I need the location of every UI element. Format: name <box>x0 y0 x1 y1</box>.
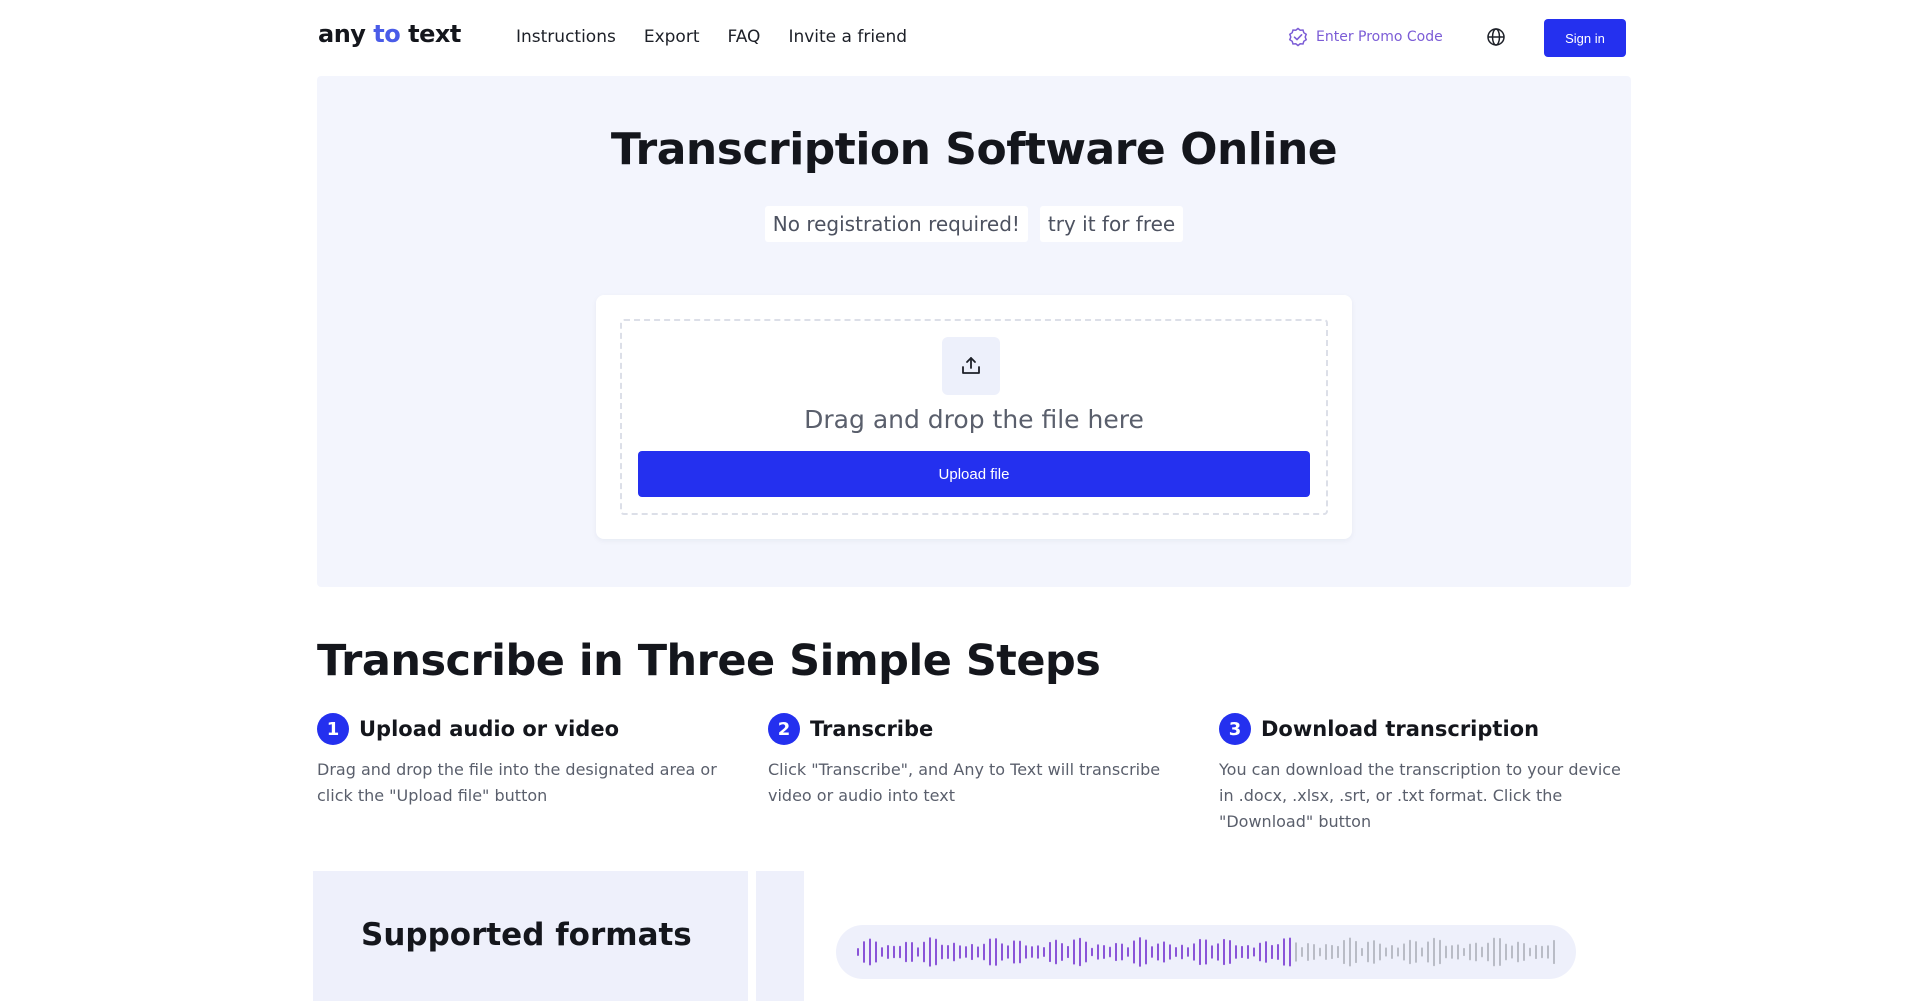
audio-waveform <box>836 925 1576 979</box>
upload-icon[interactable] <box>942 337 1000 395</box>
chip-free: try it for free <box>1039 206 1184 242</box>
step-download: 3 Download transcription You can downloa… <box>1219 713 1639 835</box>
promo-code-label: Enter Promo Code <box>1316 29 1443 45</box>
upload-card: Drag and drop the file here Upload file <box>596 295 1352 539</box>
step-number: 3 <box>1219 713 1251 745</box>
step-description: You can download the transcription to yo… <box>1219 760 1621 831</box>
step-number: 2 <box>768 713 800 745</box>
main-nav: Instructions Export FAQ Invite a friend <box>516 27 907 47</box>
nav-export[interactable]: Export <box>644 27 700 47</box>
file-dropzone[interactable]: Drag and drop the file here Upload file <box>620 319 1328 515</box>
site-header: any to text Instructions Export FAQ Invi… <box>0 0 1920 74</box>
hero-chips: No registration required! try it for fre… <box>317 206 1631 242</box>
steps-title: Transcribe in Three Simple Steps <box>317 636 1101 686</box>
logo-any: any <box>318 20 366 48</box>
nav-invite-friend[interactable]: Invite a friend <box>788 27 907 47</box>
step-number: 1 <box>317 713 349 745</box>
nav-faq[interactable]: FAQ <box>728 27 761 47</box>
supported-formats-panel: Supported formats <box>313 871 748 1001</box>
upload-file-button[interactable]: Upload file <box>638 451 1310 497</box>
waveform-graphic <box>857 937 1555 967</box>
drop-instruction: Drag and drop the file here <box>804 405 1144 434</box>
nav-instructions[interactable]: Instructions <box>516 27 616 47</box>
step-title: Upload audio or video <box>359 717 619 741</box>
step-transcribe: 2 Transcribe Click "Transcribe", and Any… <box>768 713 1188 809</box>
hero-title: Transcription Software Online <box>610 124 1338 175</box>
hero-section: Transcription Software Online No registr… <box>317 76 1631 587</box>
logo-text: text <box>408 20 461 48</box>
supported-formats-title: Supported formats <box>361 917 692 953</box>
logo-to: to <box>373 20 401 48</box>
step-title: Download transcription <box>1261 717 1540 741</box>
chip-no-registration: No registration required! <box>764 206 1028 242</box>
step-title: Transcribe <box>810 717 934 741</box>
globe-icon[interactable] <box>1486 27 1506 47</box>
step-description: Drag and drop the file into the designat… <box>317 760 717 805</box>
step-description: Click "Transcribe", and Any to Text will… <box>768 760 1161 805</box>
logo[interactable]: any to text <box>318 20 461 48</box>
badge-check-icon <box>1288 27 1308 47</box>
panel-divider <box>756 871 804 1001</box>
promo-code-link[interactable]: Enter Promo Code <box>1288 27 1443 47</box>
sign-in-button[interactable]: Sign in <box>1544 19 1626 57</box>
step-upload: 1 Upload audio or video Drag and drop th… <box>317 713 737 809</box>
